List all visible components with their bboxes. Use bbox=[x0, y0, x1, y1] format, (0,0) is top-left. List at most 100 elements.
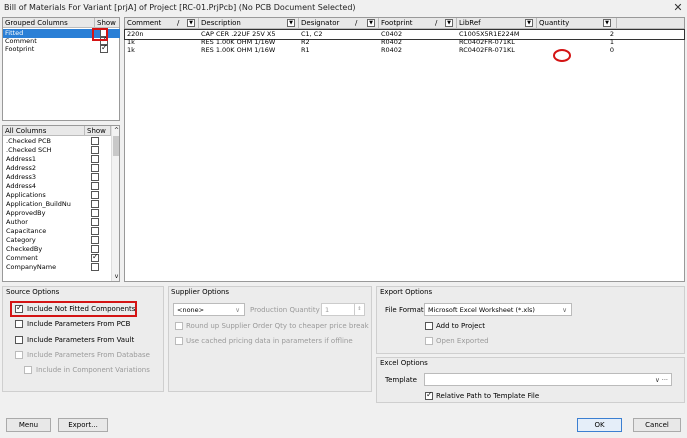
all-columns-panel: All Columns Show .Checked PCB .Checked SC… bbox=[2, 125, 120, 282]
open-exported-label: Open Exported bbox=[436, 337, 489, 345]
ok-button[interactable]: OK bbox=[577, 418, 622, 432]
col-quantity: Quantity ▼ bbox=[537, 18, 617, 28]
col-designator-label[interactable]: Designator bbox=[301, 19, 339, 27]
filter-dropdown-icon[interactable]: ▼ bbox=[187, 19, 195, 27]
sort-icon[interactable]: / bbox=[177, 18, 179, 28]
col-footprint-label[interactable]: Footprint bbox=[381, 19, 413, 27]
col-comment-label[interactable]: Comment bbox=[127, 19, 161, 27]
filter-dropdown-icon[interactable]: ▼ bbox=[603, 19, 611, 27]
chevron-up-icon[interactable]: ^ bbox=[112, 126, 119, 135]
show-checkbox[interactable] bbox=[100, 43, 108, 53]
filter-dropdown-icon[interactable]: ▼ bbox=[287, 19, 295, 27]
all-column-label: Address2 bbox=[6, 164, 37, 172]
spinner-icon[interactable]: ⇕ bbox=[354, 304, 364, 315]
menu-button[interactable]: Menu bbox=[6, 418, 51, 432]
filter-dropdown-icon[interactable]: ▼ bbox=[525, 19, 533, 27]
include-pcb-params-checkbox[interactable] bbox=[15, 320, 23, 328]
all-column-row[interactable]: ApprovedBy bbox=[3, 209, 110, 218]
show-checkbox[interactable] bbox=[91, 155, 99, 163]
all-columns-header[interactable]: All Columns bbox=[3, 126, 85, 136]
chevron-down-icon: ∨ bbox=[562, 306, 567, 314]
sort-icon[interactable]: / bbox=[355, 18, 357, 28]
relative-path-checkbox[interactable] bbox=[425, 390, 433, 400]
show-checkbox[interactable] bbox=[91, 227, 99, 235]
all-column-row[interactable]: Applications bbox=[3, 191, 110, 200]
template-input[interactable]: ∨ ··· bbox=[424, 373, 672, 386]
show-checkbox[interactable] bbox=[91, 218, 99, 226]
all-column-label: Address1 bbox=[6, 155, 37, 163]
col-description-label[interactable]: Description bbox=[201, 19, 241, 27]
round-up-checkbox[interactable] bbox=[175, 322, 183, 330]
all-show-header[interactable]: Show bbox=[85, 126, 111, 136]
all-column-row[interactable]: Capacitance bbox=[3, 227, 110, 236]
browse-icon[interactable]: ∨ ··· bbox=[655, 374, 668, 386]
all-column-row[interactable]: Author bbox=[3, 218, 110, 227]
supplier-select[interactable]: <none> ∨ bbox=[173, 303, 245, 316]
export-options-title: Export Options bbox=[380, 288, 433, 296]
all-column-row[interactable]: Address4 bbox=[3, 182, 110, 191]
highlight-quantity-zero bbox=[553, 49, 571, 62]
col-libref-label[interactable]: LibRef bbox=[459, 19, 481, 27]
all-column-row[interactable]: Comment bbox=[3, 252, 110, 263]
excel-options-title: Excel Options bbox=[380, 359, 428, 367]
sort-icon[interactable]: / bbox=[435, 18, 437, 28]
bom-cell: R1 bbox=[301, 46, 310, 54]
show-checkbox[interactable] bbox=[91, 191, 99, 199]
production-quantity-value: 1 bbox=[325, 306, 330, 314]
cancel-button[interactable]: Cancel bbox=[633, 418, 681, 432]
all-column-row[interactable]: Category bbox=[3, 236, 110, 245]
all-column-row[interactable]: Address2 bbox=[3, 164, 110, 173]
open-exported-checkbox[interactable] bbox=[425, 337, 433, 345]
export-button[interactable]: Export... bbox=[58, 418, 108, 432]
highlight-fitted-show bbox=[92, 28, 108, 41]
add-to-project-label: Add to Project bbox=[436, 322, 485, 330]
grouped-show-header[interactable]: Show bbox=[95, 18, 120, 28]
show-checkbox[interactable] bbox=[91, 200, 99, 208]
show-checkbox[interactable] bbox=[91, 146, 99, 154]
file-format-label: File Format bbox=[385, 306, 424, 314]
chevron-down-icon[interactable]: v bbox=[112, 272, 119, 281]
all-column-label: .Checked SCH bbox=[6, 146, 52, 154]
all-columns-scrollbar[interactable]: ^ v bbox=[111, 126, 119, 281]
add-to-project-checkbox[interactable] bbox=[425, 322, 433, 330]
window-title: Bill of Materials For Variant [prjA] of … bbox=[4, 3, 356, 12]
all-column-label: Applications bbox=[6, 191, 46, 199]
include-db-params-checkbox[interactable] bbox=[15, 351, 23, 359]
production-quantity-input[interactable]: 1 ⇕ bbox=[321, 303, 365, 316]
show-checkbox[interactable] bbox=[91, 236, 99, 244]
show-checkbox[interactable] bbox=[91, 173, 99, 181]
bom-row[interactable]: 1k RES 1.00K OHM 1/16W R1 R0402 RC0402FR-071… bbox=[125, 46, 684, 55]
all-column-row[interactable]: CompanyName bbox=[3, 263, 110, 272]
all-column-row[interactable]: .Checked PCB bbox=[3, 137, 110, 146]
all-column-row[interactable]: .Checked SCH bbox=[3, 146, 110, 155]
template-label: Template bbox=[385, 376, 417, 384]
col-quantity-label[interactable]: Quantity bbox=[539, 19, 569, 27]
col-libref: LibRef ▼ bbox=[457, 18, 537, 28]
show-checkbox[interactable] bbox=[91, 263, 99, 271]
all-column-label: Comment bbox=[6, 254, 38, 262]
cached-pricing-checkbox[interactable] bbox=[175, 337, 183, 345]
show-checkbox[interactable] bbox=[91, 182, 99, 190]
filter-dropdown-icon[interactable]: ▼ bbox=[367, 19, 375, 27]
show-checkbox[interactable] bbox=[91, 209, 99, 217]
all-column-row[interactable]: Address1 bbox=[3, 155, 110, 164]
show-checkbox[interactable] bbox=[91, 164, 99, 172]
filter-dropdown-icon[interactable]: ▼ bbox=[445, 19, 453, 27]
supplier-select-value: <none> bbox=[177, 306, 205, 314]
close-icon[interactable]: ✕ bbox=[672, 1, 684, 14]
include-vault-params-checkbox[interactable] bbox=[15, 336, 23, 344]
all-column-row[interactable]: Application_BuildNu bbox=[3, 200, 110, 209]
grouped-columns-header[interactable]: Grouped Columns bbox=[3, 18, 95, 28]
bom-cell: R0402 bbox=[381, 46, 403, 54]
highlight-include-not-fitted bbox=[10, 301, 137, 317]
show-checkbox[interactable] bbox=[91, 137, 99, 145]
file-format-select[interactable]: Microsoft Excel Worksheet (*.xls) ∨ bbox=[424, 303, 572, 316]
chevron-down-icon: ∨ bbox=[235, 306, 240, 314]
grouped-column-row[interactable]: Footprint bbox=[3, 43, 120, 54]
all-column-label: CompanyName bbox=[6, 263, 57, 271]
include-variations-checkbox[interactable] bbox=[24, 366, 32, 374]
scroll-thumb[interactable] bbox=[113, 136, 119, 156]
all-column-row[interactable]: Address3 bbox=[3, 173, 110, 182]
col-footprint: Footprint / ▼ bbox=[379, 18, 457, 28]
show-checkbox[interactable] bbox=[91, 252, 99, 262]
